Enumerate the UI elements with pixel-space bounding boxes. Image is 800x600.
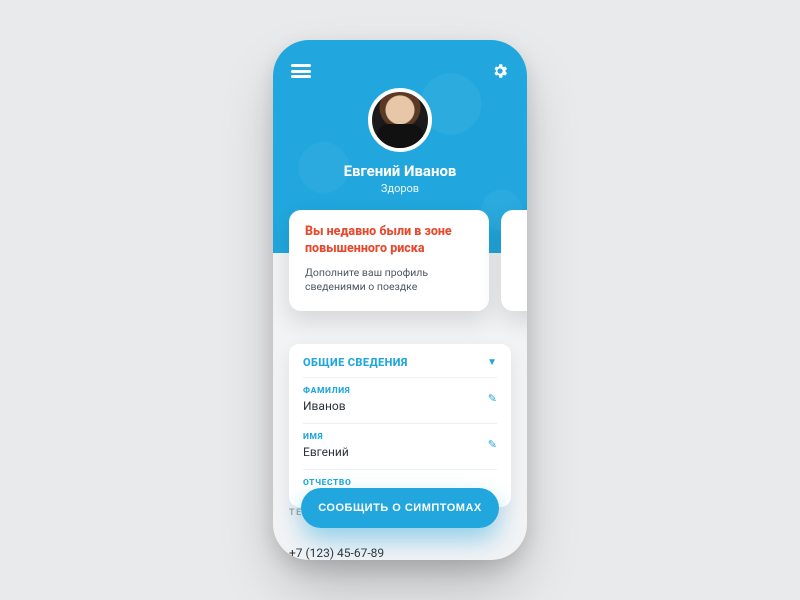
edit-icon[interactable]: ✎ [488,438,497,451]
avatar[interactable] [368,88,432,152]
menu-icon[interactable] [291,64,311,78]
chevron-down-icon[interactable]: ▼ [487,357,497,368]
field-phone-value: +7 (123) 45-67-89 [289,546,511,560]
alert-subtitle: Дополните ваш профиль сведениями о поезд… [305,266,473,295]
field-label: ИМЯ [303,432,497,442]
phone-frame: Евгений Иванов Здоров Вы недавно были в … [273,40,527,560]
field-label: ФАМИЛИЯ [303,386,497,396]
report-symptoms-button[interactable]: СООБЩИТЬ О СИМПТОМАХ [301,488,499,528]
next-alert-peek[interactable] [501,210,527,311]
field-firstname: ИМЯ Евгений ✎ [303,423,497,469]
gear-icon[interactable] [491,62,509,80]
edit-icon[interactable]: ✎ [488,392,497,405]
field-surname: ФАМИЛИЯ Иванов ✎ [303,377,497,423]
user-status: Здоров [291,182,509,195]
risk-alert-card[interactable]: Вы недавно были в зоне повышенного риска… [289,210,489,311]
section-title: ОБЩИЕ СВЕДЕНИЯ [303,356,408,369]
alert-title: Вы недавно были в зоне повышенного риска [305,224,473,258]
user-name: Евгений Иванов [291,162,509,180]
alert-carousel[interactable]: Вы недавно были в зоне повышенного риска… [289,210,527,311]
field-value: Иванов [303,399,497,413]
field-value: Евгений [303,445,497,459]
general-info-section: ОБЩИЕ СВЕДЕНИЯ ▼ ФАМИЛИЯ Иванов ✎ ИМЯ Ев… [289,344,511,507]
field-label: ОТЧЕСТВО [303,478,497,488]
